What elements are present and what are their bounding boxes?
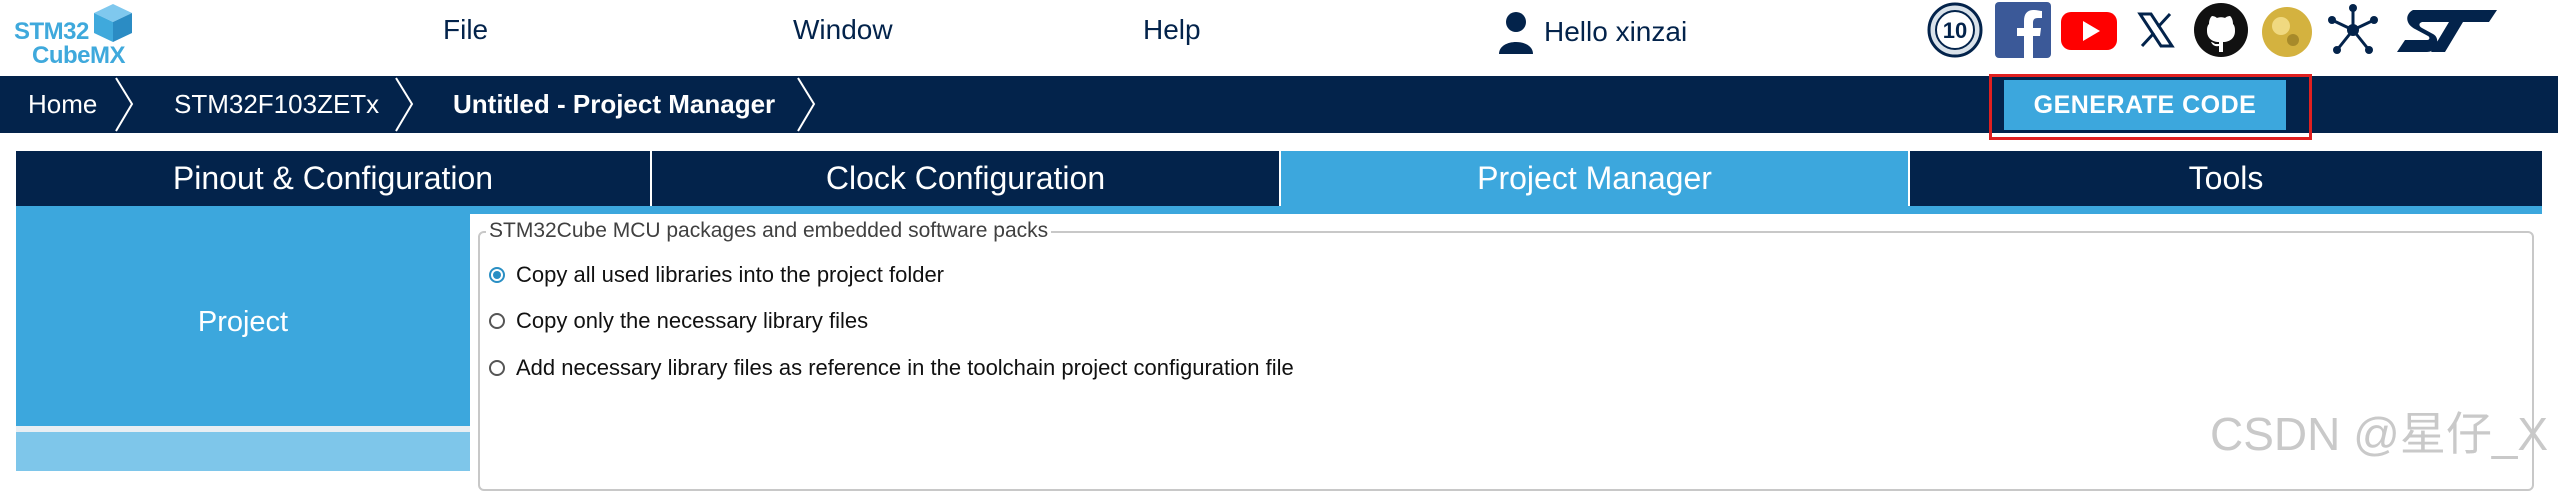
tab-project-manager[interactable]: Project Manager [1281, 151, 1910, 206]
network-icon[interactable] [2325, 2, 2381, 58]
menu-file[interactable]: File [443, 14, 488, 46]
radio-button[interactable] [489, 360, 505, 376]
x-icon[interactable] [2128, 2, 2184, 58]
tab-underline [16, 206, 2542, 214]
tab-pinout-configuration[interactable]: Pinout & Configuration [16, 151, 652, 206]
user-account[interactable]: Hello xinzai [1496, 10, 1687, 54]
user-greeting: Hello xinzai [1544, 16, 1688, 47]
facebook-icon[interactable] [1995, 2, 2051, 58]
youtube-icon[interactable] [2061, 2, 2117, 58]
breadcrumb-chevron-icon [395, 77, 414, 132]
cube-icon [94, 4, 132, 42]
radio-copy-necessary-files[interactable]: Copy only the necessary library files [489, 306, 868, 336]
main-tabs: Pinout & Configuration Clock Configurati… [16, 151, 2542, 206]
menu-window[interactable]: Window [793, 14, 893, 46]
anniversary-icon[interactable]: 10 [1927, 2, 1983, 58]
radio-label: Add necessary library files as reference… [516, 355, 1294, 380]
watermark: CSDN @星仔_X [2210, 408, 2549, 460]
radio-label: Copy only the necessary library files [516, 308, 869, 333]
tab-clock-configuration[interactable]: Clock Configuration [652, 151, 1281, 206]
sidebar-item-next[interactable] [16, 432, 470, 471]
user-icon [1499, 12, 1533, 54]
radio-button-checked[interactable] [489, 267, 505, 283]
radio-add-as-reference[interactable]: Add necessary library files as reference… [489, 353, 1294, 383]
breadcrumb-current: Untitled - Project Manager [453, 89, 776, 119]
anniversary-number: 10 [1943, 18, 1967, 43]
project-manager-sidebar: Project [16, 214, 470, 471]
menu-help[interactable]: Help [1143, 14, 1201, 46]
breadcrumb-chevron-icon [797, 77, 816, 132]
radio-copy-all-libraries[interactable]: Copy all used libraries into the project… [489, 260, 944, 290]
packs-group-title: STM32Cube MCU packages and embedded soft… [486, 219, 1052, 243]
tab-tools[interactable]: Tools [1910, 151, 2542, 206]
breadcrumb-chevron-icon [115, 77, 134, 132]
sidebar-item-project[interactable]: Project [16, 214, 470, 426]
st-logo-icon[interactable] [2393, 2, 2503, 58]
radio-label: Copy all used libraries into the project… [516, 262, 945, 287]
github-icon[interactable] [2193, 2, 2249, 58]
generate-code-button[interactable]: GENERATE CODE [2004, 80, 2286, 130]
top-bar: STM32 CubeMX File Window Help Hello xinz… [0, 0, 2558, 76]
stm32cubemx-logo: STM32 CubeMX [10, 0, 140, 72]
radio-button[interactable] [489, 313, 505, 329]
breadcrumb-mcu[interactable]: STM32F103ZETx [174, 76, 379, 133]
logo-line-2: CubeMX [32, 42, 126, 69]
breadcrumb-home[interactable]: Home [28, 76, 97, 133]
wiki-icon[interactable] [2259, 2, 2315, 58]
